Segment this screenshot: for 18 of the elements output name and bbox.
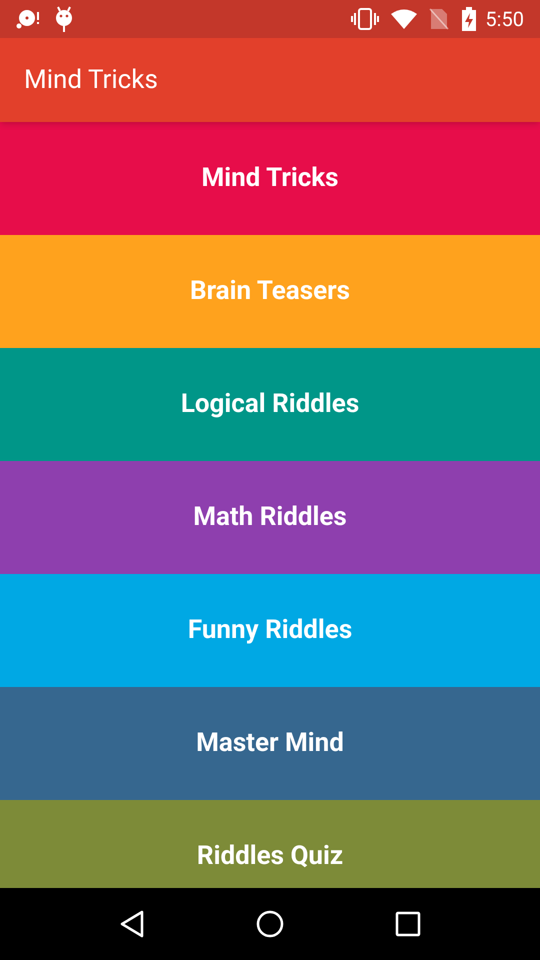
- app-title: Mind Tricks: [24, 64, 158, 96]
- status-time: 5:50: [485, 6, 524, 33]
- vibrate-icon: [351, 8, 380, 30]
- category-button[interactable]: Logical Riddles: [0, 348, 540, 461]
- wifi-icon: [391, 9, 418, 29]
- home-button[interactable]: [256, 910, 284, 938]
- back-button[interactable]: [119, 910, 146, 938]
- category-button[interactable]: Mind Tricks: [0, 122, 540, 235]
- notification-icon: [16, 8, 42, 30]
- category-button[interactable]: Math Riddles: [0, 461, 540, 574]
- no-sim-icon: [429, 8, 450, 30]
- battery-charging-icon: [461, 7, 478, 31]
- category-button[interactable]: Riddles Quiz: [0, 800, 540, 888]
- category-button[interactable]: Funny Riddles: [0, 574, 540, 687]
- category-button[interactable]: Master Mind: [0, 687, 540, 800]
- android-icon: [54, 6, 74, 32]
- recents-button[interactable]: [394, 911, 421, 937]
- category-button[interactable]: Brain Teasers: [0, 235, 540, 348]
